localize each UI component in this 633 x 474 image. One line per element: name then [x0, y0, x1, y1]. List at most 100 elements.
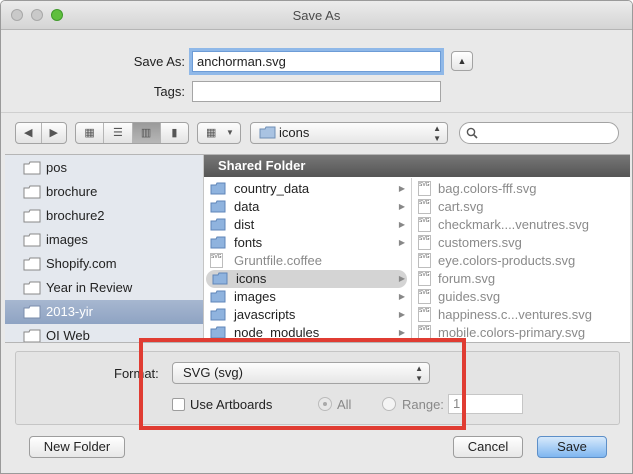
radio-dot: [323, 402, 327, 406]
list-item[interactable]: customers.svg: [412, 230, 630, 252]
window-title: Save As: [292, 8, 341, 23]
item-label: icons: [236, 271, 267, 286]
search-icon: [466, 127, 478, 139]
chevron-right-icon: ▶: [398, 310, 405, 319]
chevron-right-icon: ▶: [398, 274, 405, 283]
sidebar-item-label: brochure: [46, 184, 98, 199]
list-item[interactable]: Gruntfile.coffee: [204, 248, 411, 270]
list-item[interactable]: images ▶: [204, 288, 411, 306]
folder-icon: [23, 257, 41, 271]
arrange-menu[interactable]: ▦ ▼: [197, 122, 241, 144]
item-label: country_data: [234, 181, 310, 196]
list-item[interactable]: mobile.colors-primary.svg: [412, 320, 630, 342]
list-icon: ☰: [112, 127, 123, 139]
folder-icon: [23, 185, 41, 199]
list-item[interactable]: dist ▶: [204, 216, 411, 234]
cancel-button[interactable]: Cancel: [453, 436, 523, 458]
list-item[interactable]: bag.colors-fff.svg: [412, 176, 630, 198]
all-label: All: [337, 397, 352, 412]
use-artboards-label: Use Artboards: [190, 397, 273, 412]
folder-icon: [210, 182, 226, 195]
sidebar-item-2013-yir[interactable]: 2013-yir: [5, 300, 203, 324]
item-label: images: [234, 289, 276, 304]
list-item[interactable]: data ▶: [204, 198, 411, 216]
location-popup[interactable]: icons ▲ ▼: [250, 122, 448, 144]
save-dialog: Save As Save As: anchorman.svg ▲ Tags: ◀…: [0, 0, 633, 474]
range-radio[interactable]: [382, 397, 396, 411]
grid-icon: ▦: [84, 127, 95, 139]
search-field[interactable]: [459, 122, 619, 144]
tags-label: Tags:: [153, 84, 185, 99]
sidebar-item-label: Year in Review: [46, 280, 133, 295]
tags-field[interactable]: [192, 81, 441, 102]
list-item[interactable]: forum.svg: [412, 266, 630, 288]
forward-arrow-icon: ▶: [49, 127, 58, 139]
back-arrow-icon: ◀: [24, 127, 33, 139]
sidebar-item-brochure[interactable]: brochure: [5, 180, 203, 204]
list-item[interactable]: checkmark....venutres.svg: [412, 212, 630, 234]
back-button[interactable]: ◀: [16, 123, 41, 143]
cover-flow-button[interactable]: ▮: [159, 123, 188, 143]
folder-icon: [23, 161, 41, 175]
file-icon: [210, 248, 223, 268]
use-artboards-checkbox[interactable]: [172, 398, 185, 411]
back-forward-control: ◀ ▶: [15, 122, 67, 144]
chevron-right-icon: ▶: [398, 238, 405, 247]
save-button[interactable]: Save: [537, 436, 607, 458]
list-item[interactable]: fonts ▶: [204, 234, 411, 252]
folder-icon: [210, 200, 226, 213]
sidebar-item-brochure2[interactable]: brochure2: [5, 204, 203, 228]
folder-icon: [210, 308, 226, 321]
chevron-down-icon: ▼: [226, 128, 234, 137]
range-label: Range:: [402, 397, 444, 412]
list-item[interactable]: guides.svg: [412, 284, 630, 306]
sidebar: pos brochure brochure2 images Shopify.co…: [5, 155, 204, 342]
list-item[interactable]: happiness.c...ventures.svg: [412, 302, 630, 324]
sidebar-item-label: images: [46, 232, 88, 247]
range-field[interactable]: 1: [448, 394, 523, 414]
list-item[interactable]: eye.colors-products.svg: [412, 248, 630, 270]
sidebar-item-label: 2013-yir: [46, 304, 93, 319]
item-label: dist: [234, 217, 255, 232]
columns-icon: ▥: [140, 127, 152, 139]
sidebar-item-label: brochure2: [46, 208, 105, 223]
arrange-grid-icon: ▦: [206, 127, 217, 139]
updown-chevron-icon: ▲ ▼: [433, 124, 441, 143]
column-header: Shared Folder: [204, 155, 630, 177]
list-item[interactable]: node_modules ▶: [204, 324, 411, 342]
collapse-button[interactable]: ▲: [451, 51, 473, 71]
save-as-field[interactable]: anchorman.svg: [192, 51, 441, 72]
list-item-selected[interactable]: icons ▶: [206, 270, 407, 288]
item-label: checkmark....venutres.svg: [438, 217, 589, 232]
location-label: icons: [279, 125, 310, 140]
list-item[interactable]: country_data ▶: [204, 180, 411, 198]
all-radio[interactable]: [318, 397, 332, 411]
title-bar: Save As: [1, 1, 632, 30]
sidebar-item-label: Shopify.com: [46, 256, 117, 271]
chevron-right-icon: ▶: [398, 184, 405, 193]
svg-file-icon: [418, 320, 431, 340]
item-label: eye.colors-products.svg: [438, 253, 576, 268]
sidebar-item-oi-web[interactable]: OI Web: [5, 324, 203, 342]
item-label: guides.svg: [438, 289, 501, 304]
icon-view-button[interactable]: ▦: [76, 123, 103, 143]
forward-button[interactable]: ▶: [40, 123, 67, 143]
sidebar-item-label: pos: [46, 160, 67, 175]
item-label: mobile.colors-primary.svg: [438, 325, 586, 340]
new-folder-button[interactable]: New Folder: [29, 436, 125, 458]
save-as-label: Save As:: [133, 54, 185, 69]
folder-icon: [23, 305, 41, 319]
sidebar-item-year-in-review[interactable]: Year in Review: [5, 276, 203, 300]
list-view-button[interactable]: ☰: [103, 123, 131, 143]
format-popup[interactable]: SVG (svg) ▲ ▼: [172, 362, 430, 384]
sidebar-item-images[interactable]: images: [5, 228, 203, 252]
sidebar-item-pos[interactable]: pos: [5, 156, 203, 180]
folder-icon: [23, 329, 41, 342]
column-view-button[interactable]: ▥: [131, 123, 160, 143]
item-label: javascripts: [234, 307, 296, 322]
list-item[interactable]: cart.svg: [412, 194, 630, 216]
sidebar-item-shopify[interactable]: Shopify.com: [5, 252, 203, 276]
folder-icon: [23, 209, 41, 223]
list-item[interactable]: javascripts ▶: [204, 306, 411, 324]
item-label: happiness.c...ventures.svg: [438, 307, 592, 322]
